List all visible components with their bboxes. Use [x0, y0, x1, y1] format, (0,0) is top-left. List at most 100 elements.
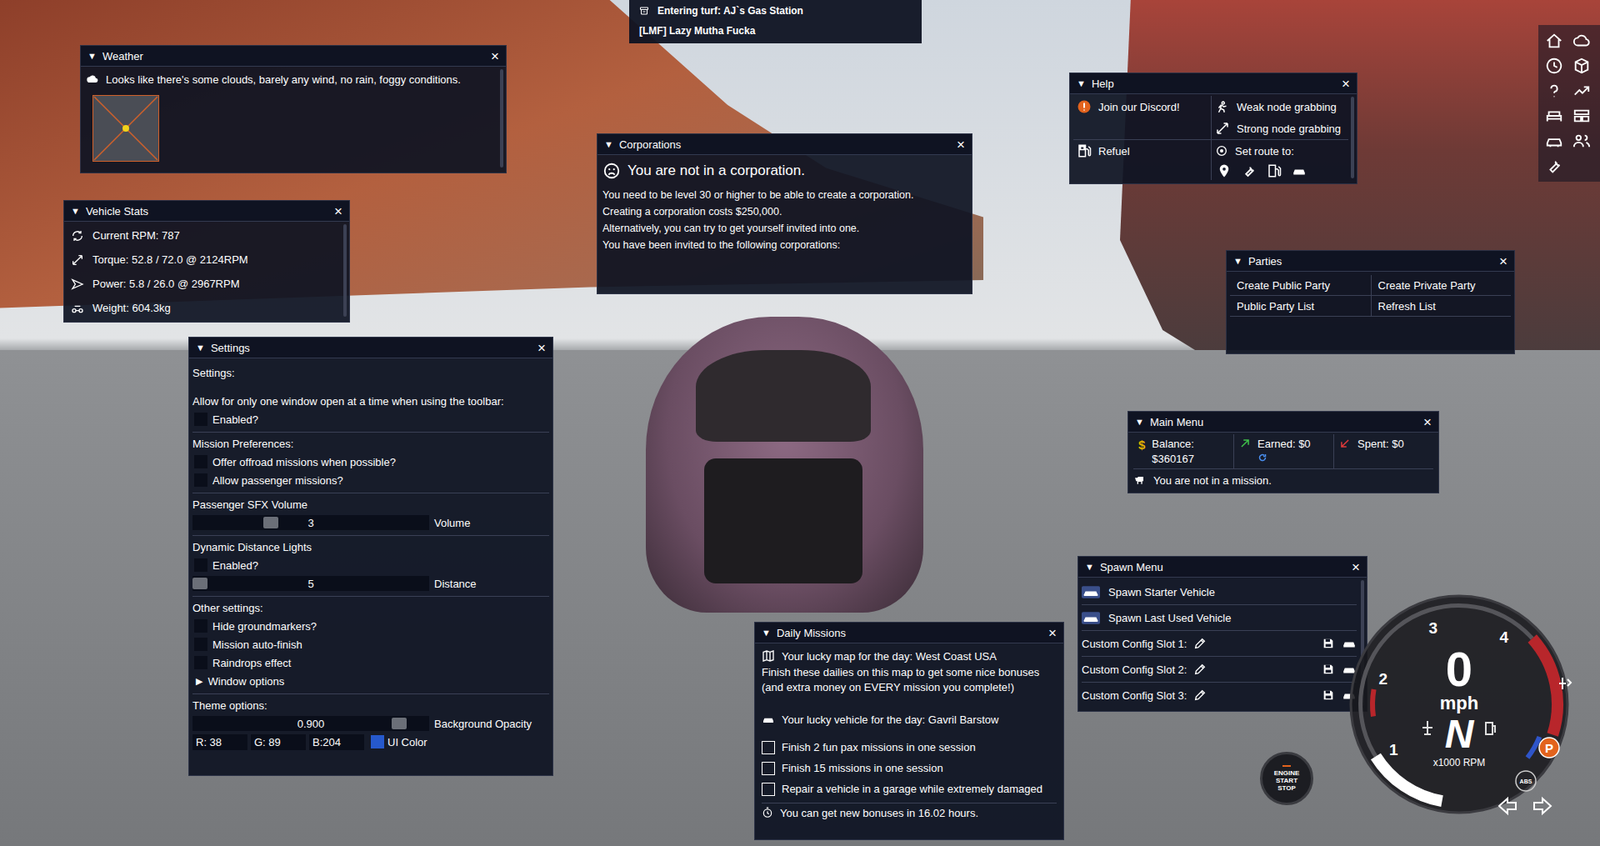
checkbox[interactable]	[194, 655, 208, 670]
lucky-vehicle: Your lucky vehicle for the day: Gavril B…	[761, 710, 1057, 729]
close-button[interactable]: ×	[1048, 625, 1057, 640]
window-titlebar[interactable]: ▼Main Menu×	[1128, 411, 1439, 433]
close-button[interactable]: ×	[1341, 76, 1350, 91]
window-titlebar[interactable]: ▼Daily Missions×	[755, 622, 1064, 644]
slider-track[interactable]: 0.900	[192, 715, 430, 731]
window-titlebar[interactable]: ▼Settings×	[189, 337, 553, 359]
window-titlebar[interactable]: ▼Weather×	[80, 45, 506, 67]
collapse-toggle[interactable]: ▼	[87, 50, 97, 61]
checkbox[interactable]	[194, 619, 208, 633]
settings-checkbox-row[interactable]: Enabled?	[192, 410, 550, 429]
close-button[interactable]: ×	[1351, 560, 1360, 575]
sofa-icon[interactable]	[1545, 106, 1564, 125]
pencil-icon[interactable]	[1193, 662, 1207, 676]
window-titlebar[interactable]: ▼Spawn Menu×	[1078, 556, 1367, 578]
color-field[interactable]: R: 38	[192, 734, 248, 750]
wrench-icon[interactable]	[1545, 156, 1564, 175]
home-icon[interactable]	[1545, 31, 1564, 50]
clock-icon[interactable]	[1545, 56, 1564, 75]
settings-checkbox-row[interactable]: Allow passenger missions?	[192, 470, 550, 490]
close-button[interactable]: ×	[956, 137, 965, 152]
grid-icon[interactable]	[1572, 106, 1591, 125]
question-icon[interactable]	[1545, 81, 1564, 100]
spawn-button[interactable]: Spawn Last Used Vehicle	[1081, 605, 1357, 631]
help-window[interactable]: ▼Help× Join our Discord! Weak node grabbin…	[1069, 72, 1358, 185]
collapse-toggle[interactable]: ▼	[1076, 78, 1086, 89]
checkbox[interactable]	[194, 455, 208, 469]
scrollbar[interactable]	[1350, 96, 1355, 179]
checkbox[interactable]	[194, 637, 208, 651]
engine-start-stop-button[interactable]: ENGINESTARTSTOP	[1260, 751, 1314, 805]
color-field[interactable]: B:204	[309, 734, 365, 750]
wrench-icon[interactable]	[1241, 163, 1257, 179]
scrollbar[interactable]	[500, 69, 504, 168]
chart-icon[interactable]	[1572, 81, 1591, 100]
map-pin-icon[interactable]	[1216, 163, 1232, 179]
parties-window[interactable]: ▼Parties× Create Public PartyCreate Priva…	[1225, 250, 1515, 355]
weather-window[interactable]: ▼Weather×Looks like there's some clouds,…	[80, 45, 507, 174]
settings-checkbox-row[interactable]: Hide groundmarkers?	[192, 616, 550, 635]
node-grab-button[interactable]: Weak node grabbing	[1215, 97, 1345, 116]
party-button[interactable]: Refresh List	[1370, 295, 1512, 317]
spawn-menu-window[interactable]: ▼Spawn Menu×Spawn Starter VehicleSpawn L…	[1077, 555, 1368, 712]
scrollbar[interactable]	[343, 224, 347, 317]
cloud-icon[interactable]	[1572, 31, 1591, 50]
slider-handle[interactable]	[192, 577, 208, 590]
party-button[interactable]: Public Party List	[1230, 295, 1371, 317]
pencil-icon[interactable]	[1193, 636, 1207, 650]
settings-checkbox-row[interactable]: Raindrops effect	[192, 653, 550, 672]
spawn-car-icon[interactable]	[1341, 635, 1357, 651]
close-button[interactable]: ×	[537, 340, 546, 355]
node-grab-button[interactable]: Strong node grabbing	[1215, 119, 1345, 138]
color-swatch[interactable]	[370, 735, 385, 749]
corporations-window[interactable]: ▼Corporations×You are not in a corporati…	[596, 133, 973, 295]
window-titlebar[interactable]: ▼Parties×	[1226, 250, 1515, 272]
window-titlebar[interactable]: ▼Vehicle Stats×	[64, 200, 350, 222]
window-options-toggle[interactable]: ▶Window options	[192, 671, 550, 690]
save-icon[interactable]	[1321, 662, 1335, 676]
settings-window[interactable]: ▼Settings×Settings:Allow for only one wi…	[188, 336, 554, 776]
save-icon[interactable]	[1321, 688, 1335, 702]
settings-checkbox-row[interactable]: Mission auto-finish	[192, 635, 550, 654]
save-icon[interactable]	[1321, 636, 1335, 650]
color-field[interactable]: G: 89	[250, 734, 306, 750]
discord-button[interactable]: Join our Discord!	[1076, 97, 1208, 116]
collapse-toggle[interactable]: ▼	[761, 627, 771, 638]
slider-handle[interactable]	[263, 516, 279, 529]
vehicle-stats-window[interactable]: ▼Vehicle Stats×Current RPM: 787Torque: 5…	[63, 200, 350, 323]
spawn-button[interactable]: Spawn Starter Vehicle	[1081, 579, 1357, 605]
window-titlebar[interactable]: ▼Corporations×	[597, 134, 972, 155]
close-button[interactable]: ×	[1499, 254, 1508, 269]
checkbox[interactable]	[194, 558, 208, 572]
settings-checkbox-row[interactable]: Enabled?	[192, 555, 550, 575]
car-icon[interactable]	[1545, 131, 1564, 150]
collapse-toggle[interactable]: ▼	[1085, 561, 1095, 572]
refresh-icon[interactable]	[1257, 452, 1268, 463]
collapse-toggle[interactable]: ▼	[195, 342, 205, 353]
close-button[interactable]: ×	[490, 49, 500, 64]
slider-track[interactable]: 3	[192, 515, 430, 530]
daily-missions-window[interactable]: ▼Daily Missions×Your lucky map for the d…	[754, 621, 1065, 840]
collapse-toggle[interactable]: ▼	[604, 139, 614, 150]
main-menu-window[interactable]: ▼Main Menu×$Balance:$360167Earned: $0Spe…	[1127, 410, 1440, 494]
party-button[interactable]: Create Public Party	[1230, 275, 1371, 296]
balance-cell: $Balance:$360167	[1133, 434, 1234, 469]
fuel-pump-icon[interactable]	[1266, 163, 1282, 179]
collapse-toggle[interactable]: ▼	[1135, 416, 1145, 427]
party-button[interactable]: Create Private Party	[1370, 275, 1512, 296]
slider-track[interactable]: 5	[192, 575, 430, 591]
checkbox[interactable]	[194, 412, 208, 426]
collapse-toggle[interactable]: ▼	[70, 205, 80, 216]
close-button[interactable]: ×	[1423, 415, 1432, 430]
close-button[interactable]: ×	[334, 204, 343, 219]
pencil-icon[interactable]	[1193, 688, 1207, 702]
window-titlebar[interactable]: ▼Help×	[1070, 73, 1357, 95]
collapse-toggle[interactable]: ▼	[1233, 255, 1243, 266]
cube-icon[interactable]	[1572, 56, 1591, 75]
refuel-button[interactable]: Refuel	[1076, 141, 1208, 160]
slider-handle[interactable]	[391, 717, 407, 730]
car-icon[interactable]	[1291, 163, 1307, 179]
settings-checkbox-row[interactable]: Offer offroad missions when possible?	[192, 452, 550, 471]
checkbox[interactable]	[194, 473, 208, 487]
people-icon[interactable]	[1572, 131, 1591, 150]
